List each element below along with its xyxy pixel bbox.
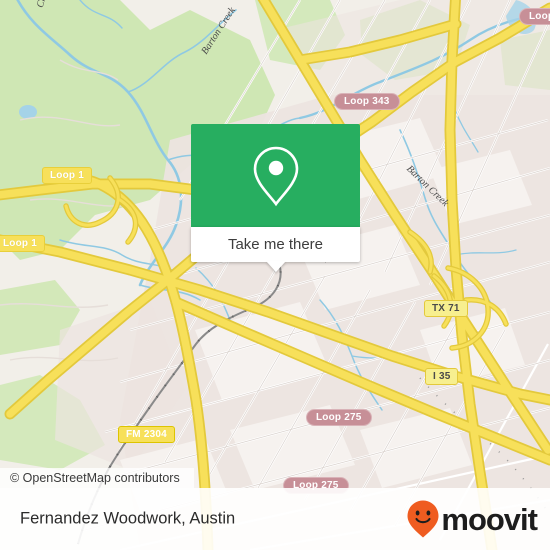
- road-shield: Loop: [519, 8, 550, 25]
- shield-label: Loop 275: [316, 412, 362, 423]
- callout-pointer: [265, 261, 286, 272]
- bottom-bar: Fernandez Woodwork, Austin moovit: [0, 488, 550, 550]
- road-shield: Loop 343: [334, 93, 400, 110]
- callout-image-panel: [191, 124, 360, 227]
- shield-label: TX 71: [432, 303, 460, 314]
- shield-label: Loop 1: [50, 170, 84, 181]
- road-shield: Loop 1: [0, 235, 45, 252]
- road-shield: Loop 275: [306, 409, 372, 426]
- location-pin-icon: [253, 146, 298, 206]
- shield-label: FM 2304: [126, 429, 167, 440]
- shield-label: Loop 343: [344, 96, 390, 107]
- moovit-wordmark: moovit: [441, 501, 538, 537]
- moovit-brand[interactable]: moovit: [406, 499, 538, 539]
- moovit-smile-pin-icon: [407, 500, 439, 538]
- road-shield: TX 71: [424, 300, 468, 317]
- callout-cta[interactable]: Take me there: [191, 227, 360, 272]
- road-shield: I 35: [425, 368, 459, 385]
- shield-label: I 35: [433, 371, 451, 382]
- map-screenshot: Loop 343 Loop Loop 1 Loop 1 TX 71 I 35 F…: [0, 0, 550, 550]
- shield-label: Loop: [529, 11, 550, 22]
- place-name-label: Fernandez Woodwork, Austin: [20, 509, 236, 528]
- road-shield: Loop 1: [42, 167, 92, 184]
- map-attribution[interactable]: © OpenStreetMap contributors: [0, 468, 194, 488]
- location-callout-card[interactable]: Take me there: [191, 124, 360, 272]
- road-shield: FM 2304: [118, 426, 175, 443]
- shield-label: Loop 1: [3, 238, 37, 249]
- callout-cta-label: Take me there: [227, 236, 324, 253]
